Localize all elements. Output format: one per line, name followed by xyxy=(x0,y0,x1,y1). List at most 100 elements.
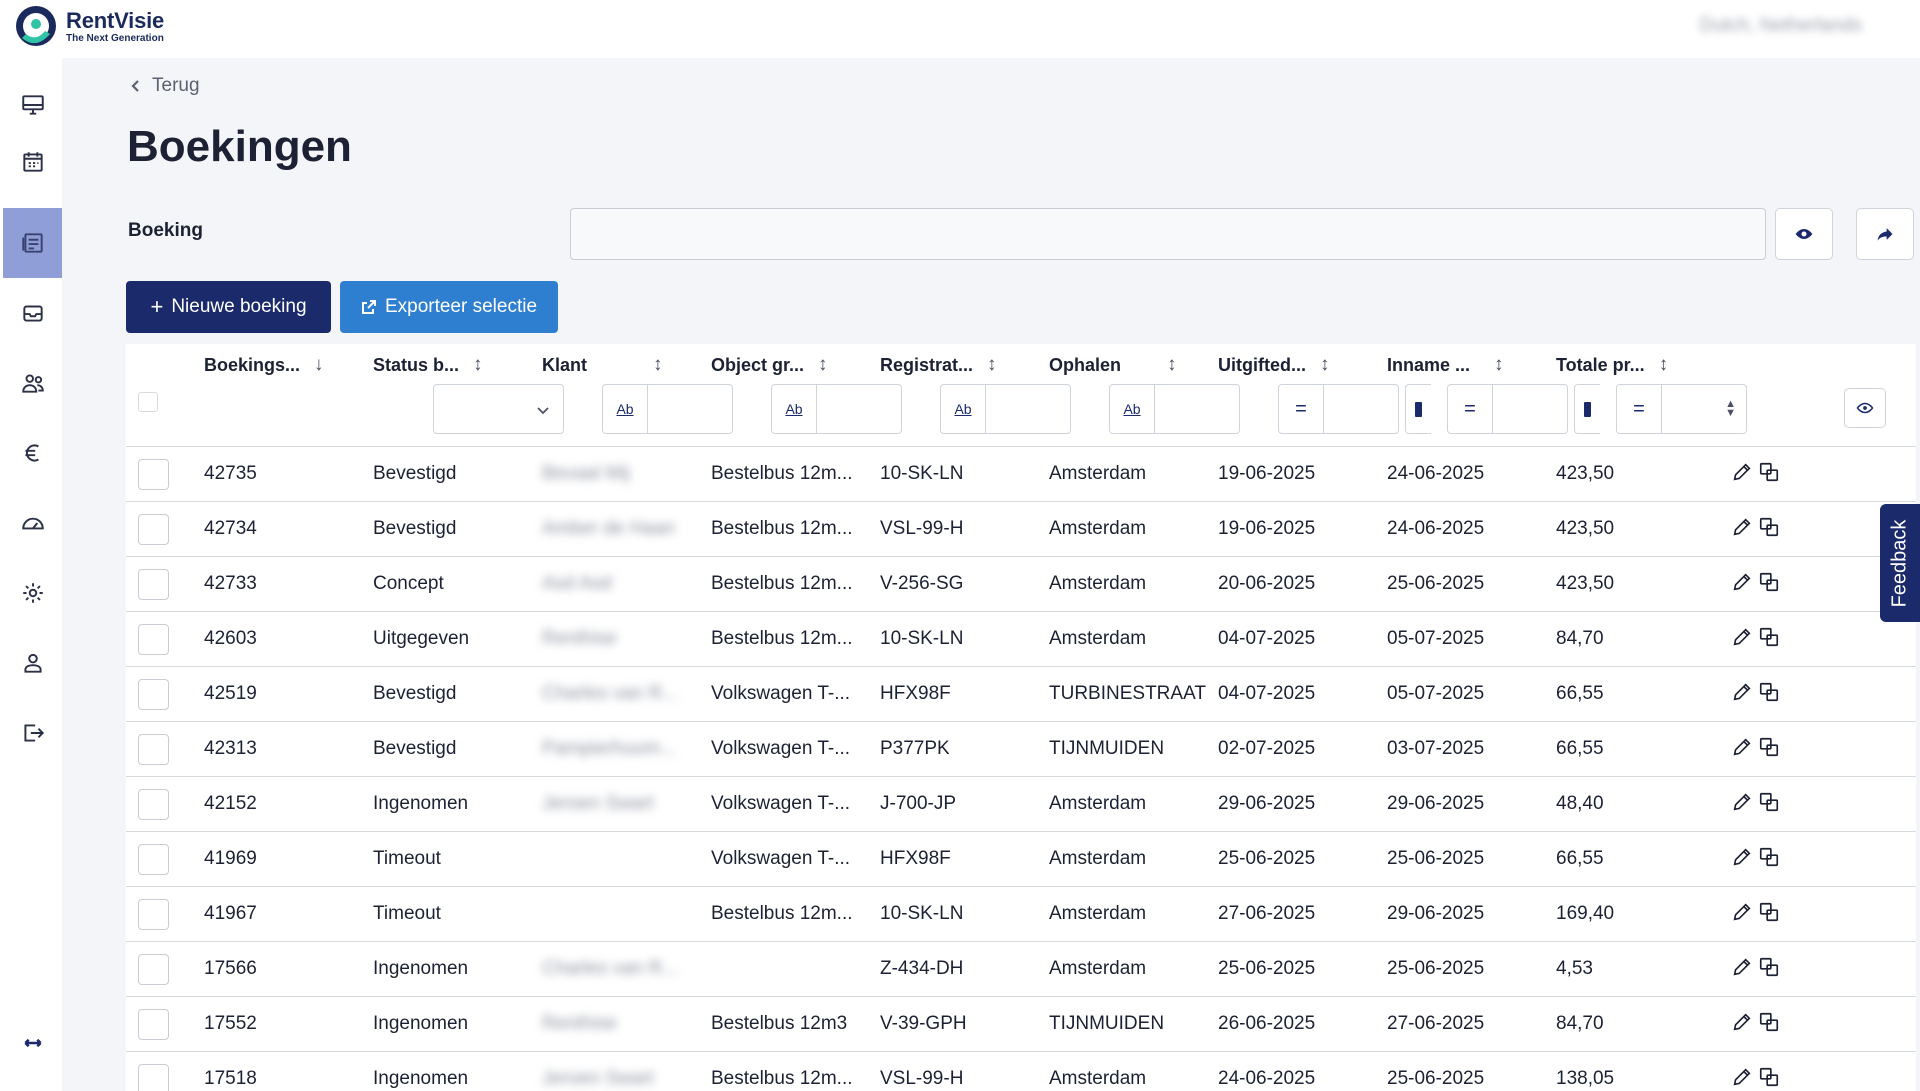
table-row[interactable]: 42152 Ingenomen Jeroen Swart Volkswagen T-.… xyxy=(126,777,1916,832)
text-match-toggle[interactable]: Ab xyxy=(941,385,986,433)
table-row[interactable]: 17518 Ingenomen Jeroen Swart Bestelbus 12m.… xyxy=(126,1052,1916,1091)
sort-icon[interactable]: ↕ xyxy=(473,354,483,376)
edit-button[interactable] xyxy=(1731,571,1753,593)
table-row[interactable]: 41969 Timeout Volkswagen T-... HFX98F Amster… xyxy=(126,832,1916,887)
edit-button[interactable] xyxy=(1731,956,1753,978)
table-row[interactable]: 42519 Bevestigd Charles van R... Volkswagen… xyxy=(126,667,1916,722)
feedback-tab[interactable]: Feedback xyxy=(1880,504,1920,622)
row-checkbox[interactable] xyxy=(138,899,169,930)
sidebar-item-customers[interactable] xyxy=(3,348,62,418)
edit-button[interactable] xyxy=(1731,846,1753,868)
equals-operator-toggle[interactable]: = xyxy=(1279,385,1324,433)
edit-button[interactable] xyxy=(1731,681,1753,703)
column-header-totaal[interactable]: Totale pr... ↕ xyxy=(1556,354,1668,376)
row-checkbox[interactable] xyxy=(138,954,169,985)
row-checkbox[interactable] xyxy=(138,734,169,765)
sidebar-item-settings[interactable] xyxy=(3,558,62,628)
column-header-ophalen[interactable]: Ophalen ↕ xyxy=(1049,354,1177,376)
text-match-toggle[interactable]: Ab xyxy=(603,385,648,433)
column-header-inname[interactable]: Inname ... ↕ xyxy=(1387,354,1504,376)
equals-operator-toggle[interactable]: = xyxy=(1448,385,1493,433)
number-spinner-icon[interactable]: ▲ ▼ xyxy=(1725,399,1736,419)
uitgifte-calendar-button[interactable] xyxy=(1405,384,1431,434)
row-checkbox[interactable] xyxy=(138,624,169,655)
back-link[interactable]: Terug xyxy=(128,75,200,97)
edit-button[interactable] xyxy=(1731,626,1753,648)
sidebar-collapse-toggle[interactable] xyxy=(3,1008,62,1078)
sort-icon[interactable]: ↕ xyxy=(987,354,997,376)
inname-calendar-button[interactable] xyxy=(1574,384,1600,434)
select-all-checkbox[interactable] xyxy=(138,392,158,412)
duplicate-button[interactable] xyxy=(1758,956,1780,978)
edit-button[interactable] xyxy=(1731,1066,1753,1088)
row-checkbox[interactable] xyxy=(138,569,169,600)
sort-icon[interactable]: ↕ xyxy=(1659,354,1669,376)
sort-icon[interactable]: ↕ xyxy=(1167,354,1177,376)
row-checkbox[interactable] xyxy=(138,844,169,875)
booking-search-input[interactable] xyxy=(570,208,1766,260)
edit-button[interactable] xyxy=(1731,901,1753,923)
column-header-klant[interactable]: Klant ↕ xyxy=(542,354,663,376)
text-match-toggle[interactable]: Ab xyxy=(1110,385,1155,433)
column-header-object[interactable]: Object gr... ↕ xyxy=(711,354,828,376)
logo[interactable]: RentVisie The Next Generation xyxy=(12,4,164,50)
status-filter-select[interactable] xyxy=(433,384,564,434)
sort-desc-icon[interactable]: ↓ xyxy=(314,354,324,376)
sort-icon[interactable]: ↕ xyxy=(1494,354,1504,376)
sidebar-item-reports[interactable] xyxy=(3,488,62,558)
edit-button[interactable] xyxy=(1731,1011,1753,1033)
table-row[interactable]: 42313 Bevestigd Pampierhuum... Volkswagen T… xyxy=(126,722,1916,777)
row-checkbox[interactable] xyxy=(138,459,169,490)
text-match-toggle[interactable]: Ab xyxy=(772,385,817,433)
duplicate-button[interactable] xyxy=(1758,1066,1780,1088)
sidebar-item-calendar[interactable] xyxy=(3,127,62,197)
sidebar-item-inventory[interactable] xyxy=(3,278,62,348)
object-filter[interactable]: Ab xyxy=(771,384,902,434)
edit-button[interactable] xyxy=(1731,791,1753,813)
table-row[interactable]: 17552 Ingenomen Renthise Bestelbus 12m3 V-39… xyxy=(126,997,1916,1052)
table-row[interactable]: 42603 Uitgegeven Renthise Bestelbus 12m... 1… xyxy=(126,612,1916,667)
sidebar-item-logout[interactable] xyxy=(3,698,62,768)
row-checkbox[interactable] xyxy=(138,1064,169,1091)
duplicate-button[interactable] xyxy=(1758,901,1780,923)
inname-filter[interactable]: = xyxy=(1447,384,1568,434)
duplicate-button[interactable] xyxy=(1758,846,1780,868)
duplicate-button[interactable] xyxy=(1758,626,1780,648)
duplicate-button[interactable] xyxy=(1758,681,1780,703)
row-checkbox[interactable] xyxy=(138,1009,169,1040)
share-button[interactable] xyxy=(1856,208,1914,260)
uitgifte-filter[interactable]: = xyxy=(1278,384,1399,434)
toggle-visibility-button[interactable] xyxy=(1775,208,1833,260)
row-checkbox[interactable] xyxy=(138,789,169,820)
equals-operator-toggle[interactable]: = xyxy=(1617,385,1662,433)
sidebar-item-bookings[interactable] xyxy=(3,208,62,278)
export-selection-button[interactable]: Exporteer selectie xyxy=(340,281,558,333)
duplicate-button[interactable] xyxy=(1758,461,1780,483)
duplicate-button[interactable] xyxy=(1758,1011,1780,1033)
table-row[interactable]: 42735 Bevestigd Bevaal Mij Bestelbus 12m...… xyxy=(126,447,1916,502)
sort-icon[interactable]: ↕ xyxy=(653,354,663,376)
column-header-registration[interactable]: Registrat... ↕ xyxy=(880,354,997,376)
table-row[interactable]: 41967 Timeout Bestelbus 12m... 10-SK-LN Amst… xyxy=(126,887,1916,942)
registration-filter[interactable]: Ab xyxy=(940,384,1071,434)
edit-button[interactable] xyxy=(1731,736,1753,758)
duplicate-button[interactable] xyxy=(1758,736,1780,758)
table-row[interactable]: 17566 Ingenomen Charles van R... Z-434-DH Am… xyxy=(126,942,1916,997)
sidebar-item-finance[interactable] xyxy=(3,418,62,488)
duplicate-button[interactable] xyxy=(1758,516,1780,538)
column-header-id[interactable]: Boekings... ↓ xyxy=(204,354,324,376)
sort-icon[interactable]: ↕ xyxy=(1320,354,1330,376)
row-checkbox[interactable] xyxy=(138,514,169,545)
ophalen-filter[interactable]: Ab xyxy=(1109,384,1240,434)
column-header-status[interactable]: Status b... ↕ xyxy=(373,354,483,376)
new-booking-button[interactable]: + Nieuwe boeking xyxy=(126,281,331,333)
column-visibility-button[interactable] xyxy=(1844,388,1886,428)
totaal-filter[interactable]: = ▲ ▼ xyxy=(1616,384,1747,434)
duplicate-button[interactable] xyxy=(1758,791,1780,813)
location-label[interactable]: Dutch, Netherlands xyxy=(1699,15,1862,37)
row-checkbox[interactable] xyxy=(138,679,169,710)
sort-icon[interactable]: ↕ xyxy=(818,354,828,376)
edit-button[interactable] xyxy=(1731,461,1753,483)
table-row[interactable]: 42734 Bevestigd Amber de Haan Bestelbus 12m… xyxy=(126,502,1916,557)
table-row[interactable]: 42733 Concept Asd Asd Bestelbus 12m... V-256… xyxy=(126,557,1916,612)
